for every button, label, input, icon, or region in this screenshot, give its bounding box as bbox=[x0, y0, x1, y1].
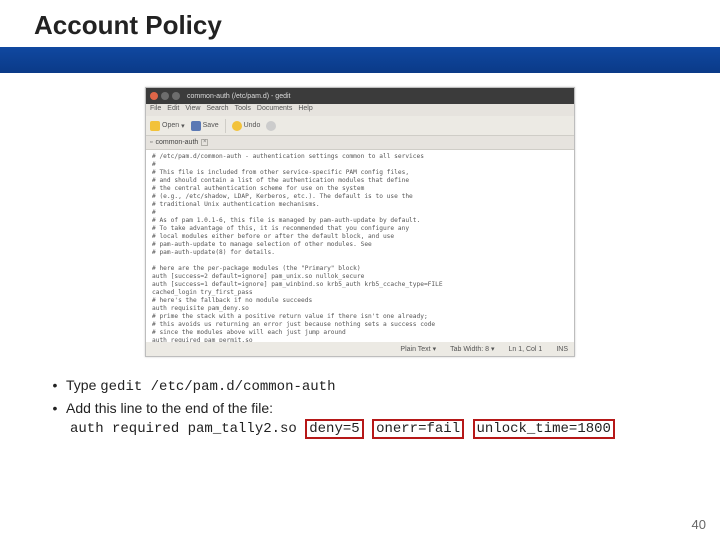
toolbar-divider bbox=[225, 119, 226, 133]
title-bar: Account Policy bbox=[0, 0, 720, 43]
cmd-box-deny: deny=5 bbox=[305, 419, 363, 439]
tab-label: common-auth bbox=[155, 139, 198, 146]
bullet-1-text: Type gedit /etc/pam.d/common-auth bbox=[66, 375, 336, 398]
slide: Account Policy common-auth (/etc/pam.d) … bbox=[0, 0, 720, 540]
cmd-box-unlock: unlock_time=1800 bbox=[473, 419, 615, 439]
menu-tools: Tools bbox=[235, 105, 251, 115]
editor-line: # prime the stack with a positive return… bbox=[152, 313, 568, 321]
editor-line: # this avoids us returning an error just… bbox=[152, 321, 568, 329]
editor-line: # pam-auth-update(8) for details. bbox=[152, 249, 568, 257]
editor-line: # the central authentication scheme for … bbox=[152, 185, 568, 193]
bullet-1-cmd: gedit /etc/pam.d/common-auth bbox=[100, 379, 335, 395]
editor-line: # bbox=[152, 161, 568, 169]
open-label: Open bbox=[162, 122, 179, 129]
minimize-icon bbox=[161, 92, 169, 100]
page-number: 40 bbox=[692, 517, 706, 532]
editor-line: # bbox=[152, 209, 568, 217]
bullet-mark: • bbox=[44, 398, 66, 419]
gedit-toolbar: Open▾ Save Undo bbox=[146, 116, 574, 136]
editor-line: # local modules either before or after t… bbox=[152, 233, 568, 241]
gedit-titlebar: common-auth (/etc/pam.d) - gedit bbox=[146, 88, 574, 104]
editor-line: # here's the fallback if no module succe… bbox=[152, 297, 568, 305]
maximize-icon bbox=[172, 92, 180, 100]
gedit-window-title: common-auth (/etc/pam.d) - gedit bbox=[187, 93, 291, 100]
bullet-1: • Type gedit /etc/pam.d/common-auth bbox=[44, 375, 680, 398]
menu-help: Help bbox=[298, 105, 312, 115]
editor-line: # (e.g., /etc/shadow, LDAP, Kerberos, et… bbox=[152, 193, 568, 201]
gedit-editor: # /etc/pam.d/common-auth - authenticatio… bbox=[146, 150, 574, 342]
editor-line: auth [success=1 default=ignore] pam_winb… bbox=[152, 281, 568, 289]
bullet-mark: • bbox=[44, 375, 66, 398]
editor-line: # /etc/pam.d/common-auth - authenticatio… bbox=[152, 153, 568, 161]
editor-line: # and should contain a list of the authe… bbox=[152, 177, 568, 185]
undo-button: Undo bbox=[232, 121, 261, 131]
editor-line: auth requisite pam_deny.so bbox=[152, 305, 568, 313]
redo-icon bbox=[266, 121, 276, 131]
editor-line: # pam-auth-update to manage selection of… bbox=[152, 241, 568, 249]
undo-icon bbox=[232, 121, 242, 131]
editor-line: auth [success=2 default=ignore] pam_unix… bbox=[152, 273, 568, 281]
chevron-down-icon: ▾ bbox=[181, 122, 185, 130]
editor-line: # As of pam 1.0.1-6, this file is manage… bbox=[152, 217, 568, 225]
gedit-screenshot: common-auth (/etc/pam.d) - gedit File Ed… bbox=[145, 87, 575, 357]
open-icon bbox=[150, 121, 160, 131]
open-button: Open▾ bbox=[150, 121, 185, 131]
save-button: Save bbox=[191, 121, 219, 131]
undo-label: Undo bbox=[244, 122, 261, 129]
gedit-tab: ▫ common-auth × bbox=[146, 136, 574, 150]
close-icon bbox=[150, 92, 158, 100]
command-line: auth required pam_tally2.so deny=5 onerr… bbox=[44, 419, 680, 440]
bullet-2: • Add this line to the end of the file: bbox=[44, 398, 680, 419]
editor-line: # since the modules above will each just… bbox=[152, 329, 568, 337]
menu-search: Search bbox=[206, 105, 228, 115]
header-stripe bbox=[0, 47, 720, 73]
file-icon: ▫ bbox=[150, 139, 152, 146]
editor-line: # To take advantage of this, it is recom… bbox=[152, 225, 568, 233]
menu-documents: Documents bbox=[257, 105, 292, 115]
editor-line: cached_login try_first_pass bbox=[152, 289, 568, 297]
status-ins: INS bbox=[556, 346, 568, 353]
save-icon bbox=[191, 121, 201, 131]
status-syntax: Plain Text ▾ bbox=[400, 345, 436, 353]
cmd-space bbox=[364, 421, 372, 437]
save-label: Save bbox=[203, 122, 219, 129]
page-title: Account Policy bbox=[34, 10, 720, 41]
editor-line: # here are the per-package modules (the … bbox=[152, 265, 568, 273]
status-tabwidth: Tab Width: 8 ▾ bbox=[450, 345, 494, 353]
bullet-2-text: Add this line to the end of the file: bbox=[66, 398, 273, 419]
tab-close-icon: × bbox=[201, 139, 208, 146]
editor-line: # This file is included from other servi… bbox=[152, 169, 568, 177]
cmd-box-onerr: onerr=fail bbox=[372, 419, 464, 439]
cmd-prefix: auth required pam_tally2.so bbox=[70, 421, 305, 437]
editor-line bbox=[152, 257, 568, 265]
editor-line: # traditional Unix authentication mechan… bbox=[152, 201, 568, 209]
menu-view: View bbox=[185, 105, 200, 115]
gedit-menubar: File Edit View Search Tools Documents He… bbox=[146, 104, 574, 116]
gedit-statusbar: Plain Text ▾ Tab Width: 8 ▾ Ln 1, Col 1 … bbox=[146, 342, 574, 356]
bullet-list: • Type gedit /etc/pam.d/common-auth • Ad… bbox=[40, 375, 680, 440]
status-position: Ln 1, Col 1 bbox=[508, 346, 542, 353]
menu-edit: Edit bbox=[167, 105, 179, 115]
bullet-1-prefix: Type bbox=[66, 377, 100, 393]
menu-file: File bbox=[150, 105, 161, 115]
content-area: common-auth (/etc/pam.d) - gedit File Ed… bbox=[0, 73, 720, 440]
